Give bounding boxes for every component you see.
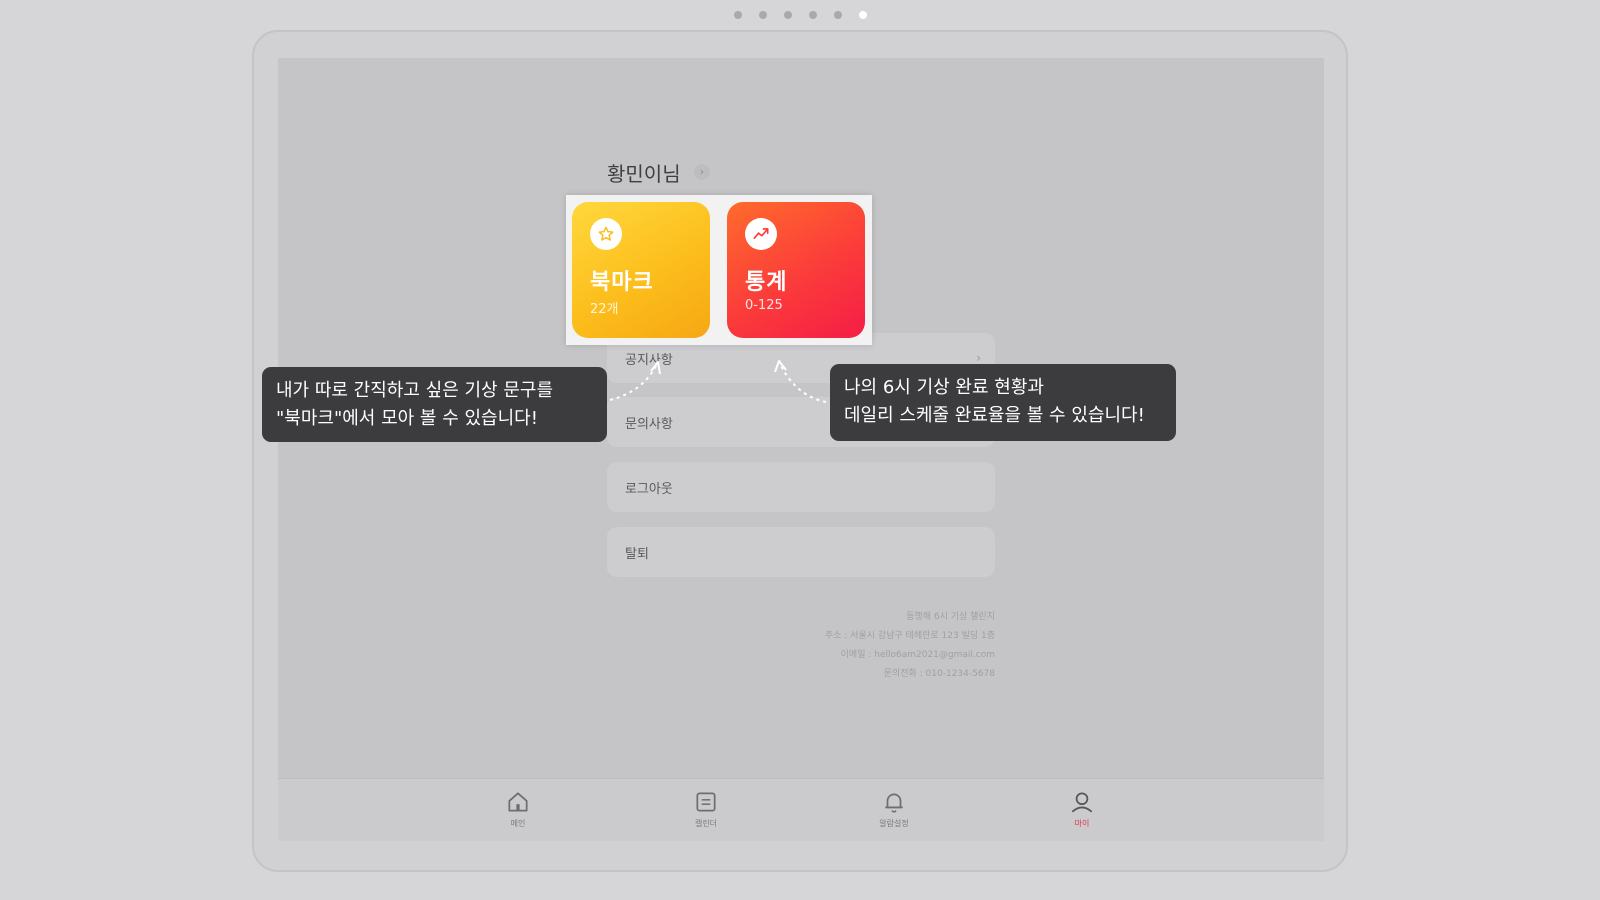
bookmark-tooltip-line1: 내가 따로 간직하고 싶은 기상 문구를 <box>276 380 554 401</box>
tab-calendar[interactable]: 캘린더 <box>666 789 746 829</box>
chevron-right-icon: › <box>976 351 981 365</box>
bookmark-tooltip: 내가 따로 간직하고 싶은 기상 문구를 "북마크"에서 모아 볼 수 있습니다… <box>262 367 607 442</box>
page-dot-2[interactable] <box>758 11 767 19</box>
profile-icon <box>1071 792 1093 813</box>
page-dot-4[interactable] <box>808 11 817 19</box>
footer-line: 동행해 6시 기상 챌린지 <box>906 612 995 622</box>
home-icon <box>508 792 528 812</box>
bookmark-icon <box>590 218 622 250</box>
page-dot-1[interactable] <box>733 11 742 19</box>
profile-chevron-icon[interactable]: › <box>694 164 710 180</box>
tab-my[interactable]: 마이 <box>1042 789 1122 829</box>
stats-tooltip-line1: 나의 6시 기상 완료 현황과 <box>844 377 1044 398</box>
company-info: 동행해 6시 기상 챌린지 주소 : 서울시 강남구 테헤란로 123 빌딩 1… <box>825 608 995 684</box>
calendar-icon <box>696 792 716 812</box>
tab-main[interactable]: 메인 <box>478 789 558 829</box>
profile-name[interactable]: 황민이님 <box>607 158 681 187</box>
menu-item-label: 문의사항 <box>625 416 673 432</box>
page-indicator[interactable] <box>0 11 1600 19</box>
menu-item-label: 탈퇴 <box>625 546 649 562</box>
bell-icon <box>885 793 903 813</box>
tab-label: 알람설정 <box>879 819 909 828</box>
footer-line: 이메일 : hello6am2021@gmail.com <box>840 650 995 660</box>
tab-label: 캘린더 <box>694 819 718 828</box>
stats-tooltip: 나의 6시 기상 완료 현황과 데일리 스케줄 완료율을 볼 수 있습니다! <box>830 364 1176 441</box>
page-dot-6[interactable] <box>858 11 867 19</box>
trend-chart-icon <box>745 218 777 250</box>
menu-item-logout[interactable]: 로그아웃 <box>607 462 995 512</box>
footer-line: 주소 : 서울시 강남구 테헤란로 123 빌딩 1층 <box>824 631 995 641</box>
stats-tooltip-line2: 데일리 스케줄 완료율을 볼 수 있습니다! <box>844 405 1145 426</box>
bookmark-card[interactable]: 북마크 22개 <box>572 202 710 338</box>
footer-line: 문의전화 : 010-1234-5678 <box>883 669 995 679</box>
bookmark-count: 22개 <box>590 302 619 317</box>
menu-item-label: 로그아웃 <box>625 481 673 497</box>
stats-value: 0-125 <box>745 298 783 313</box>
page-dot-3[interactable] <box>783 11 792 19</box>
stats-card-title: 통계 <box>745 270 788 295</box>
menu-item-label: 공지사항 <box>625 352 673 368</box>
tab-label: 마이 <box>1074 819 1090 828</box>
bookmark-card-title: 북마크 <box>590 270 654 295</box>
app-screen: 황민이님 › 공지사항 › 문의사항 로그아웃 탈퇴 동행해 6시 기상 챌린지… <box>278 58 1324 841</box>
bookmark-tooltip-line2: "북마크"에서 모아 볼 수 있습니다! <box>276 408 538 429</box>
tab-alarm-settings[interactable]: 알람설정 <box>854 789 934 829</box>
page-dot-5[interactable] <box>833 11 842 19</box>
bottom-tab-bar: 메인 캘린더 알람설정 마이 <box>278 778 1324 841</box>
stats-card[interactable]: 통계 0-125 <box>727 202 865 338</box>
tab-label: 메인 <box>510 819 526 828</box>
menu-item-withdraw[interactable]: 탈퇴 <box>607 527 995 577</box>
